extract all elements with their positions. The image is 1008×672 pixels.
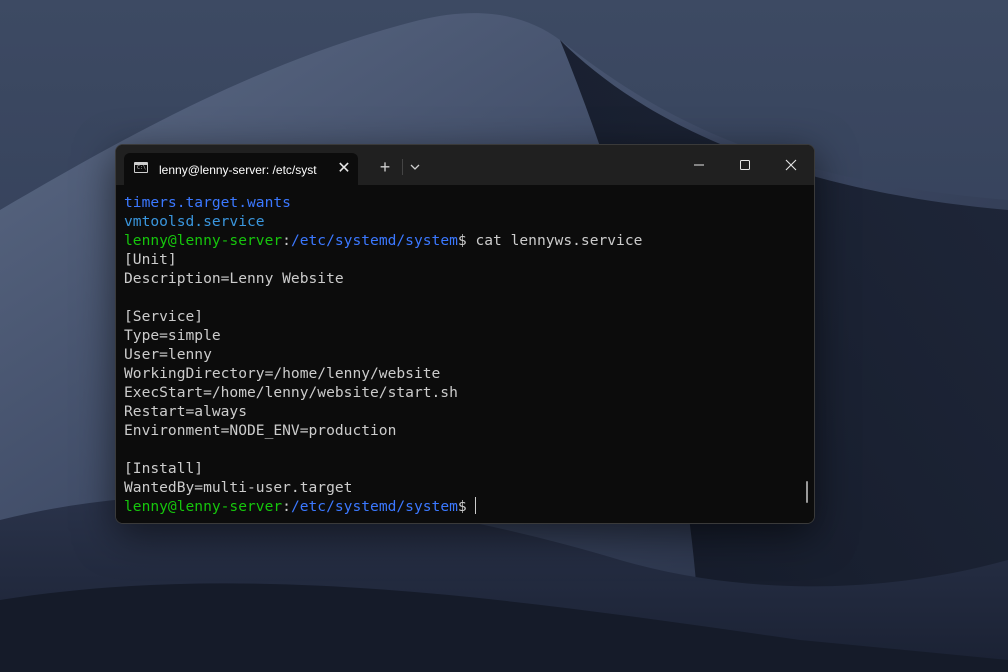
tab-divider (402, 159, 403, 175)
prompt-line: lenny@lenny-server:/etc/systemd/system$ … (124, 232, 643, 249)
terminal-icon: C:\ (134, 162, 148, 173)
scrollbar[interactable] (806, 481, 808, 503)
minimize-button[interactable] (676, 149, 722, 181)
output-line: User=lenny (124, 346, 212, 363)
output-line: ExecStart=/home/lenny/website/start.sh (124, 384, 458, 401)
maximize-icon (740, 160, 750, 170)
prompt-path: /etc/systemd/system (290, 232, 458, 249)
minimize-icon (694, 164, 704, 166)
output-line: [Unit] (124, 251, 177, 268)
output-line: WorkingDirectory=/home/lenny/website (124, 365, 441, 382)
prompt-user: lenny@lenny-server (124, 232, 283, 249)
chevron-down-icon[interactable] (406, 158, 424, 176)
text-cursor (475, 497, 477, 514)
close-window-icon (785, 159, 797, 171)
tab-title: lenny@lenny-server: /etc/syst (159, 163, 317, 177)
output-line: Restart=always (124, 403, 248, 420)
output-line: Type=simple (124, 327, 221, 344)
output-line: WantedBy=multi-user.target (124, 479, 353, 496)
close-window-button[interactable] (768, 149, 814, 181)
maximize-button[interactable] (722, 149, 768, 181)
output-line: vmtoolsd.service (124, 213, 265, 230)
prompt-path: /etc/systemd/system (290, 498, 458, 515)
prompt-user: lenny@lenny-server (124, 498, 283, 515)
output-line: [Service] (124, 308, 204, 325)
close-icon[interactable]: ✕ (336, 161, 352, 177)
title-bar[interactable]: C:\ lenny@lenny-server: /etc/syst ✕ + (116, 145, 814, 185)
terminal-window: C:\ lenny@lenny-server: /etc/syst ✕ + ti… (115, 144, 815, 524)
plus-icon[interactable]: + (375, 157, 395, 177)
terminal-output[interactable]: timers.target.wants vmtoolsd.service len… (116, 185, 814, 523)
tab-active[interactable]: C:\ lenny@lenny-server: /etc/syst ✕ (124, 153, 358, 185)
command-text: cat lennyws.service (475, 232, 643, 249)
output-line: [Install] (124, 460, 204, 477)
output-line: Environment=NODE_ENV=production (124, 422, 397, 439)
output-line: timers.target.wants (124, 194, 291, 211)
output-line: Description=Lenny Website (124, 270, 344, 287)
prompt-line[interactable]: lenny@lenny-server:/etc/systemd/system$ (124, 497, 477, 516)
